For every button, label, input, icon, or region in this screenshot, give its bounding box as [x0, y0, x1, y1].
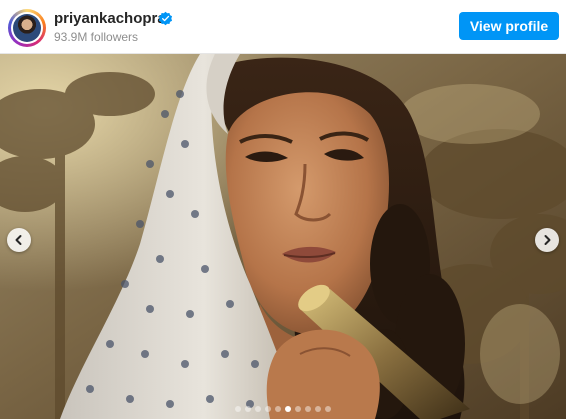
next-slide-button[interactable]	[535, 228, 559, 252]
chevron-right-icon	[544, 235, 551, 245]
carousel-dot	[255, 406, 261, 412]
chevron-left-icon	[15, 235, 22, 245]
carousel-dot	[295, 406, 301, 412]
follower-count: 93.9M followers	[54, 30, 139, 44]
carousel-dot	[325, 406, 331, 412]
previous-slide-button[interactable]	[7, 228, 31, 252]
carousel-dot	[315, 406, 321, 412]
post-media[interactable]	[0, 54, 566, 419]
post-photo	[0, 54, 566, 419]
carousel-dot	[305, 406, 311, 412]
carousel-indicator	[0, 406, 566, 414]
carousel-dot	[265, 406, 271, 412]
carousel-dot	[275, 406, 281, 412]
post-header: priyankachopra 93.9M followers View prof…	[0, 0, 566, 54]
carousel-dot	[235, 406, 241, 412]
avatar-photo	[13, 14, 41, 42]
avatar[interactable]	[8, 9, 46, 47]
carousel-dot-active	[285, 406, 291, 412]
username-link[interactable]: priyankachopra	[54, 10, 166, 27]
carousel-dot	[245, 406, 251, 412]
verified-badge-icon	[158, 11, 173, 26]
view-profile-button[interactable]: View profile	[459, 12, 559, 40]
avatar-frame	[11, 12, 43, 44]
